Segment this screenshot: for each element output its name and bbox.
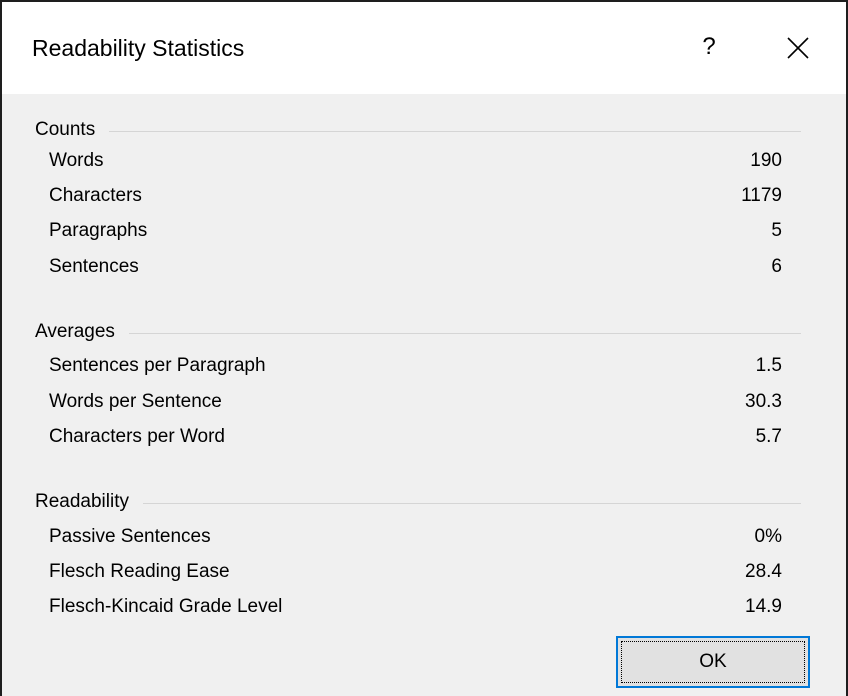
title-bar: Readability Statistics ?: [2, 2, 846, 94]
stat-row-sentences: Sentences 6: [49, 250, 782, 284]
averages-section-label: Averages: [35, 321, 115, 342]
stat-label: Flesch-Kincaid Grade Level: [49, 596, 283, 617]
stat-row-words: Words 190: [49, 144, 782, 178]
stat-row-passive-sentences: Passive Sentences 0%: [49, 520, 782, 554]
readability-section-label: Readability: [35, 491, 129, 512]
readability-section-header: Readability: [35, 487, 801, 517]
stat-value: 5: [771, 220, 782, 241]
stat-row-characters-per-word: Characters per Word 5.7: [49, 420, 782, 454]
readability-statistics-dialog: Readability Statistics ? Counts Words 19…: [0, 0, 848, 696]
stat-row-characters: Characters 1179: [49, 179, 782, 213]
stat-row-flesch-kincaid-grade-level: Flesch-Kincaid Grade Level 14.9: [49, 590, 782, 624]
stat-label: Characters per Word: [49, 426, 225, 447]
stat-value: 0%: [754, 526, 782, 547]
stat-value: 6: [771, 256, 782, 277]
stat-label: Characters: [49, 185, 142, 206]
stat-label: Paragraphs: [49, 220, 148, 241]
counts-section-header: Counts: [35, 115, 801, 145]
stat-label: Passive Sentences: [49, 526, 211, 547]
section-divider: [128, 332, 801, 334]
stat-label: Words per Sentence: [49, 391, 222, 412]
stat-label: Flesch Reading Ease: [49, 561, 230, 582]
stat-value: 5.7: [755, 426, 782, 447]
section-divider: [143, 502, 801, 504]
stat-value: 1.5: [755, 355, 782, 376]
ok-button-label: OK: [621, 641, 805, 683]
stat-value: 28.4: [745, 561, 782, 582]
stat-row-sentences-per-paragraph: Sentences per Paragraph 1.5: [49, 349, 782, 383]
stat-label: Words: [49, 150, 104, 171]
help-button[interactable]: ?: [692, 28, 726, 66]
stat-value: 190: [750, 150, 782, 171]
section-divider: [109, 130, 801, 132]
stat-value: 14.9: [745, 596, 782, 617]
stat-label: Sentences per Paragraph: [49, 355, 266, 376]
stat-row-paragraphs: Paragraphs 5: [49, 214, 782, 248]
ok-button[interactable]: OK: [616, 636, 810, 688]
close-button[interactable]: [778, 28, 818, 68]
stat-row-flesch-reading-ease: Flesch Reading Ease 28.4: [49, 555, 782, 589]
averages-section-header: Averages: [35, 317, 801, 347]
stat-row-words-per-sentence: Words per Sentence 30.3: [49, 385, 782, 419]
counts-section-label: Counts: [35, 119, 96, 140]
stat-label: Sentences: [49, 256, 139, 277]
stat-value: 1179: [741, 185, 782, 206]
close-icon: [787, 37, 809, 59]
stat-value: 30.3: [745, 391, 782, 412]
dialog-title: Readability Statistics: [32, 35, 245, 61]
